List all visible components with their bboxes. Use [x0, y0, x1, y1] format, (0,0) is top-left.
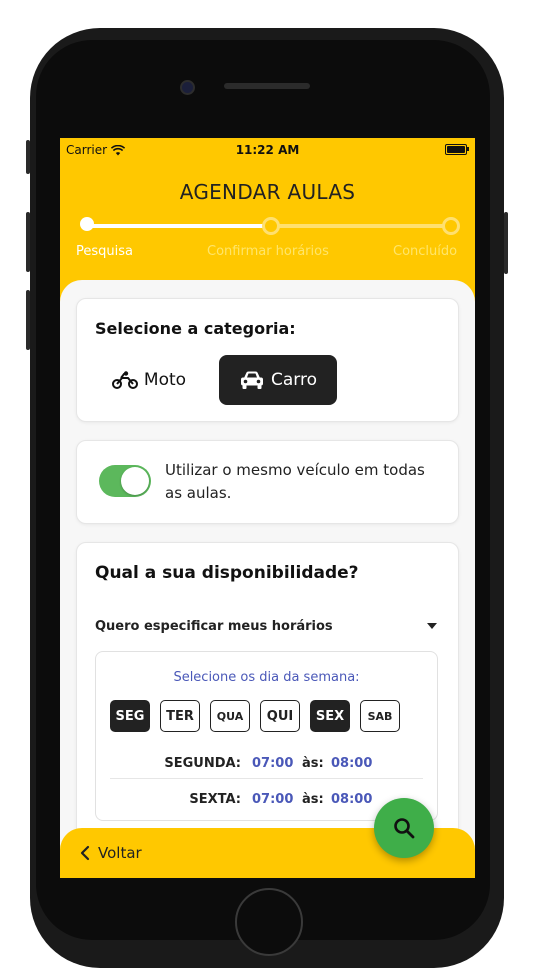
app-screen: Carrier 11:22 AM AGENDAR AULAS Pesquisa …	[60, 138, 475, 878]
caret-down-icon	[427, 623, 437, 629]
car-icon	[241, 371, 263, 389]
status-time: 11:22 AM	[235, 143, 300, 157]
weekday-selector: Selecione os dia da semana: SEG TER QUA …	[95, 651, 438, 821]
progress-track-completed	[86, 224, 268, 228]
day-button-ter[interactable]: TER	[160, 700, 200, 732]
category-carro-label: Carro	[271, 370, 317, 390]
step-label-confirmar: Confirmar horários	[207, 244, 329, 259]
schedule-start-time[interactable]: 07:00	[252, 756, 293, 771]
schedule-end-time[interactable]: 08:00	[331, 756, 372, 771]
same-vehicle-toggle[interactable]	[99, 465, 151, 497]
category-carro-button[interactable]: Carro	[219, 355, 337, 405]
home-button[interactable]	[235, 888, 303, 956]
page-title: AGENDAR AULAS	[179, 180, 356, 204]
step-dot-concluido	[442, 217, 460, 235]
same-vehicle-label: Utilizar o mesmo veículo em todas as aul…	[165, 461, 425, 502]
step-dot-pesquisa	[80, 217, 94, 231]
step-progress	[80, 217, 460, 235]
category-moto-button[interactable]: Moto	[97, 355, 201, 405]
category-title: Selecione a categoria:	[95, 319, 296, 338]
availability-dropdown-value: Quero especificar meus horários	[95, 619, 333, 634]
volume-up-button	[26, 212, 30, 272]
weekday-buttons: SEG TER QUA QUI SEX SAB	[110, 700, 400, 732]
front-camera	[180, 80, 195, 95]
day-button-qua[interactable]: QUA	[210, 700, 250, 732]
mute-switch	[26, 140, 30, 174]
back-label: Voltar	[98, 844, 142, 862]
availability-dropdown[interactable]: Quero especificar meus horários	[95, 619, 437, 634]
schedule-start-time[interactable]: 07:00	[252, 792, 293, 807]
day-button-sab[interactable]: SAB	[360, 700, 400, 732]
category-moto-label: Moto	[143, 370, 187, 390]
step-dot-confirmar	[262, 217, 280, 235]
battery-icon	[445, 144, 469, 155]
search-icon	[394, 818, 415, 839]
main-content: Selecione a categoria: Moto Carro Utiliz…	[60, 280, 475, 878]
schedule-separator: às:	[302, 792, 324, 807]
step-label-concluido: Concluído	[393, 244, 458, 259]
category-card: Selecione a categoria: Moto Carro	[76, 298, 459, 422]
day-button-seg[interactable]: SEG	[110, 700, 150, 732]
step-label-pesquisa: Pesquisa	[76, 244, 133, 259]
schedule-day-label: SEGUNDA:	[164, 756, 241, 771]
progress-track-remaining	[268, 224, 450, 228]
schedule-divider	[110, 778, 423, 779]
back-button[interactable]: Voltar	[80, 844, 142, 862]
motorcycle-icon	[111, 371, 138, 389]
weekday-title: Selecione os dia da semana:	[173, 670, 360, 685]
status-bar: Carrier 11:22 AM	[60, 138, 475, 160]
schedule-day-label: SEXTA:	[189, 792, 241, 807]
chevron-left-icon	[80, 845, 90, 861]
earpiece-speaker	[224, 83, 310, 89]
availability-title: Qual a sua disponibilidade?	[95, 563, 359, 583]
search-fab-button[interactable]	[374, 798, 434, 858]
toggle-knob	[121, 467, 149, 495]
power-button	[504, 212, 508, 274]
day-button-sex[interactable]: SEX	[310, 700, 350, 732]
same-vehicle-card: Utilizar o mesmo veículo em todas as aul…	[76, 440, 459, 524]
schedule-end-time[interactable]: 08:00	[331, 792, 372, 807]
volume-down-button	[26, 290, 30, 350]
schedule-separator: às:	[302, 756, 324, 771]
day-button-qui[interactable]: QUI	[260, 700, 300, 732]
